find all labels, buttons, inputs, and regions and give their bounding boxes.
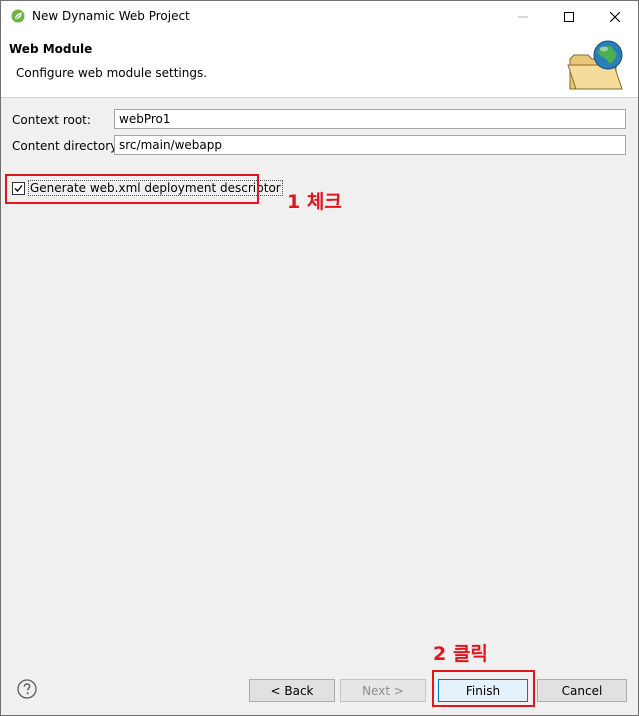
content-directory-input[interactable]: src/main/webapp (114, 135, 626, 155)
web-folder-globe-icon (567, 40, 623, 90)
wizard-header: Web Module Configure web module settings… (1, 32, 638, 98)
back-button-label: < Back (270, 683, 314, 698)
help-question-icon[interactable] (17, 679, 37, 699)
next-button-label: Next > (362, 683, 404, 698)
maximize-button[interactable] (546, 1, 592, 32)
next-button[interactable]: Next > (340, 679, 426, 702)
minimize-icon (518, 16, 528, 17)
context-root-label: Context root: (12, 113, 91, 127)
finish-button[interactable]: Finish (438, 679, 528, 702)
close-icon (610, 11, 620, 22)
page-title: Web Module (9, 42, 93, 56)
cancel-button[interactable]: Cancel (537, 679, 627, 702)
new-dynamic-web-project-dialog: New Dynamic Web Project Web Module Confi… (0, 0, 639, 716)
finish-button-label: Finish (465, 683, 501, 698)
close-button[interactable] (592, 1, 638, 32)
spring-leaf-icon (11, 9, 25, 23)
back-button[interactable]: < Back (249, 679, 335, 702)
maximize-icon (564, 11, 574, 22)
step1-annotation: 1 체크 (287, 191, 342, 213)
context-root-input[interactable]: webPro1 (114, 109, 626, 129)
step2-annotation: 2 클릭 (433, 643, 488, 665)
minimize-button[interactable] (500, 1, 546, 32)
content-directory-label: Content directory: (12, 139, 121, 153)
step1-highlight-box (5, 174, 259, 204)
window-title: New Dynamic Web Project (32, 9, 190, 23)
cancel-button-label: Cancel (561, 683, 603, 698)
title-bar[interactable]: New Dynamic Web Project (1, 1, 638, 32)
page-description: Configure web module settings. (16, 66, 208, 80)
